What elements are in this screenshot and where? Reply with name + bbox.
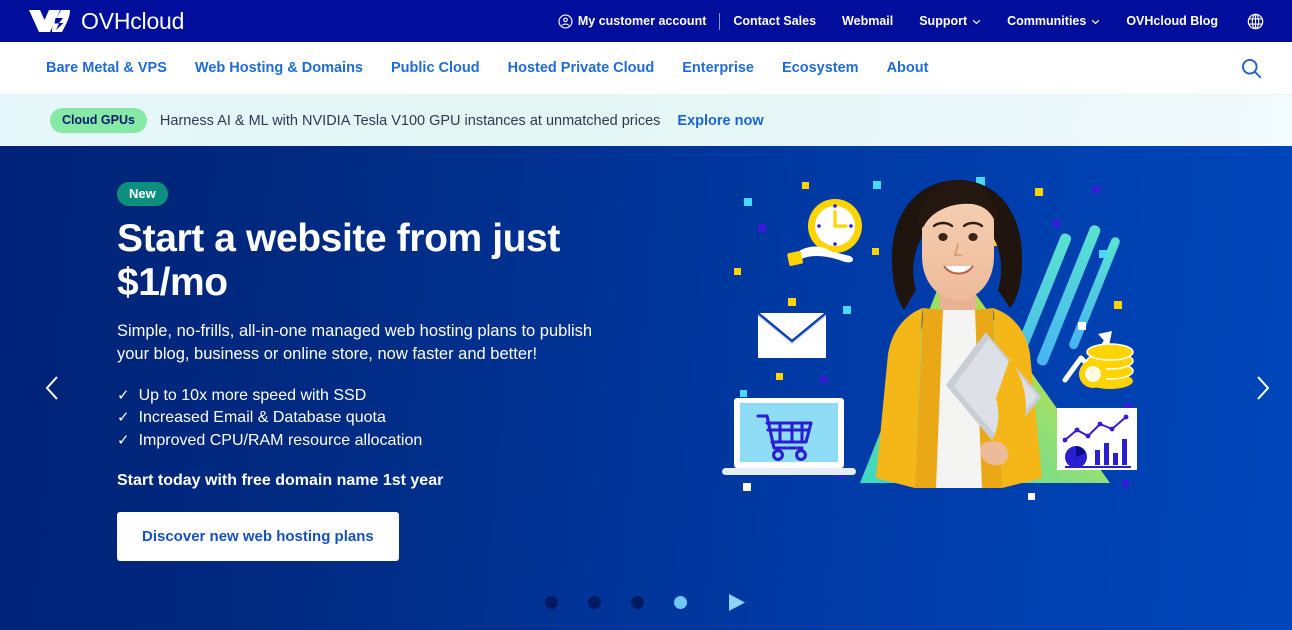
nav-item-enterprise[interactable]: Enterprise (668, 42, 768, 95)
coins-icon (1079, 343, 1134, 389)
hero-subtitle: Simple, no-frills, all-in-one managed we… (117, 322, 593, 364)
hero-feature-label: Up to 10x more speed with SSD (138, 386, 367, 404)
hero-new-badge: New (117, 182, 168, 206)
carousel-dot-3[interactable] (631, 596, 644, 609)
globe-icon (1247, 13, 1264, 29)
top-links: My customer account Contact Sales Webmai… (552, 0, 1272, 42)
top-utility-bar: OVHcloud My customer account Contact Sal… (0, 0, 1292, 42)
ovhcloud-blog-link[interactable]: OVHcloud Blog (1113, 0, 1231, 42)
carousel-prev-button[interactable] (32, 368, 72, 408)
chevron-down-icon (1091, 19, 1100, 25)
nav-item-ecosystem[interactable]: Ecosystem (768, 42, 873, 95)
hero-illustration (722, 177, 1137, 500)
hero-feature-item: ✓ Increased Email & Database quota (117, 407, 677, 429)
chevron-left-icon (45, 376, 58, 400)
hero-note: Start today with free domain name 1st ye… (117, 472, 444, 490)
hero-feature-label: Increased Email & Database quota (138, 409, 386, 427)
ovhcloud-blog-label: OVHcloud Blog (1126, 14, 1218, 28)
communities-label: Communities (1007, 14, 1087, 28)
contact-sales-label: Contact Sales (733, 14, 817, 28)
nav-item-hosted-private-cloud[interactable]: Hosted Private Cloud (494, 42, 669, 95)
communities-menu[interactable]: Communities (994, 0, 1113, 42)
carousel-dot-1[interactable] (545, 596, 558, 609)
check-icon: ✓ (117, 431, 130, 449)
play-icon (729, 594, 745, 611)
nav-item-bare-metal-vps[interactable]: Bare Metal & VPS (46, 42, 181, 95)
laptop-shopping-cart-icon (722, 398, 856, 475)
promo-badge: Cloud GPUs (50, 108, 147, 133)
hero-title: Start a website from just $1/mo (117, 217, 560, 304)
my-customer-account-label: My customer account (577, 14, 707, 28)
carousel-dots (0, 593, 1292, 612)
check-icon: ✓ (117, 386, 130, 404)
user-circle-icon (558, 13, 573, 29)
hero-carousel: New Start a website from just $1/mo Simp… (0, 146, 1292, 630)
carousel-next-button[interactable] (1242, 368, 1282, 408)
support-menu[interactable]: Support (906, 0, 994, 42)
my-customer-account-link[interactable]: My customer account (552, 0, 720, 42)
ovhcloud-logo[interactable]: OVHcloud (28, 0, 184, 42)
contact-sales-link[interactable]: Contact Sales (720, 0, 829, 42)
check-icon: ✓ (117, 409, 130, 427)
main-navigation: Bare Metal & VPS Web Hosting & Domains P… (0, 42, 1292, 95)
woman-photo (876, 180, 1042, 488)
carousel-dot-4[interactable] (674, 596, 687, 609)
main-nav-items: Bare Metal & VPS Web Hosting & Domains P… (46, 42, 942, 95)
chevron-right-icon (1256, 376, 1269, 400)
search-icon (1241, 58, 1261, 78)
promo-banner: Cloud GPUs Harness AI & ML with NVIDIA T… (0, 95, 1292, 146)
hero-feature-item: ✓ Improved CPU/RAM resource allocation (117, 430, 677, 452)
carousel-play-button[interactable] (727, 593, 747, 612)
hero-feature-list: ✓ Up to 10x more speed with SSD ✓ Increa… (117, 385, 677, 452)
nav-item-about[interactable]: About (873, 42, 943, 95)
nav-item-web-hosting-domains[interactable]: Web Hosting & Domains (181, 42, 377, 95)
carousel-dot-2[interactable] (588, 596, 601, 609)
support-label: Support (919, 14, 968, 28)
nav-item-public-cloud[interactable]: Public Cloud (377, 42, 494, 95)
ovhcloud-logo-icon (29, 10, 70, 32)
envelope-icon (757, 312, 827, 358)
hero-feature-item: ✓ Up to 10x more speed with SSD (117, 385, 677, 407)
language-selector[interactable] (1231, 13, 1272, 30)
hero-feature-label: Improved CPU/RAM resource allocation (138, 431, 423, 449)
webmail-link[interactable]: Webmail (829, 0, 906, 42)
promo-text: Harness AI & ML with NVIDIA Tesla V100 G… (159, 112, 661, 129)
hero-content: New Start a website from just $1/mo Simp… (117, 182, 677, 562)
promo-explore-now-link[interactable]: Explore now (677, 113, 763, 129)
webmail-label: Webmail (842, 14, 894, 28)
discover-hosting-plans-button[interactable]: Discover new web hosting plans (117, 512, 399, 562)
clock-icon (808, 199, 862, 253)
brand-name: OVHcloud (81, 7, 185, 34)
search-button[interactable] (1234, 51, 1268, 85)
analytics-chart-icon (1057, 408, 1137, 470)
chevron-down-icon (972, 19, 981, 25)
